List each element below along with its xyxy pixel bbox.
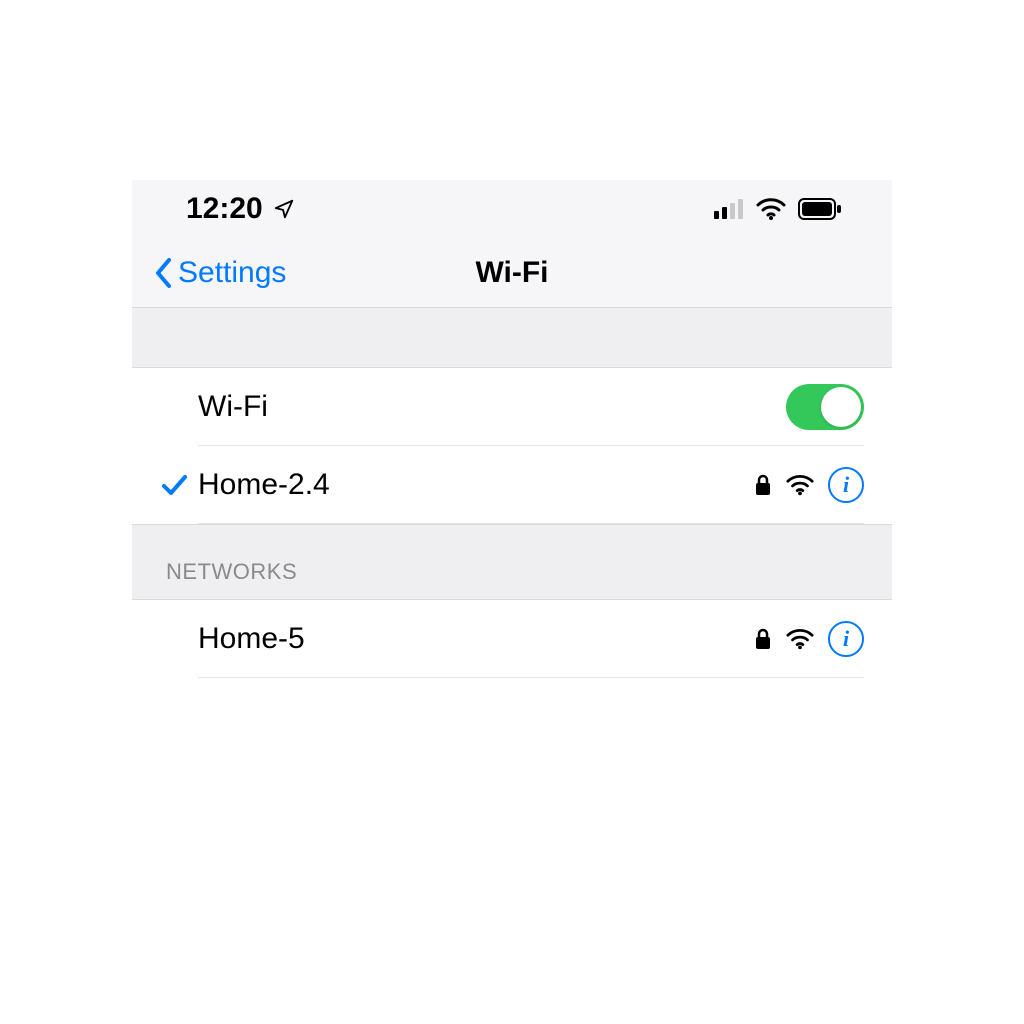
network-name: Home-5 (198, 622, 742, 656)
connected-network-name: Home-2.4 (198, 468, 742, 502)
back-label: Settings (178, 256, 286, 290)
wifi-toggle-row[interactable]: Wi-Fi (132, 368, 892, 446)
location-arrow-icon (273, 198, 295, 220)
status-time: 12:20 (186, 192, 263, 226)
wifi-toggle-switch[interactable] (786, 384, 864, 430)
lock-icon (754, 473, 772, 497)
status-bar-left: 12:20 (186, 192, 295, 226)
info-icon[interactable]: i (828, 467, 864, 503)
toggle-thumb (821, 387, 861, 427)
chevron-left-icon (154, 257, 174, 289)
wifi-icon (756, 198, 786, 220)
status-bar: 12:20 (132, 180, 892, 238)
battery-full-icon (798, 198, 842, 220)
cellular-signal-icon (714, 199, 744, 219)
connected-network-row[interactable]: Home-2.4 i (132, 446, 892, 524)
wifi-settings-screen: 12:20 (132, 180, 892, 678)
network-row[interactable]: Home-5 i (132, 600, 892, 678)
wifi-signal-icon (786, 474, 814, 496)
status-bar-right (714, 198, 842, 220)
info-icon[interactable]: i (828, 621, 864, 657)
wifi-toggle-label: Wi-Fi (198, 390, 786, 424)
page-title: Wi-Fi (475, 256, 548, 290)
section-spacer (132, 308, 892, 368)
wifi-signal-icon (786, 628, 814, 650)
network-row-trailing: i (742, 467, 864, 503)
network-row-trailing: i (742, 621, 864, 657)
back-button[interactable]: Settings (132, 256, 286, 290)
checkmark-icon (150, 470, 198, 500)
networks-section-header: NETWORKS (132, 524, 892, 600)
nav-bar: Settings Wi-Fi (132, 238, 892, 308)
lock-icon (754, 627, 772, 651)
